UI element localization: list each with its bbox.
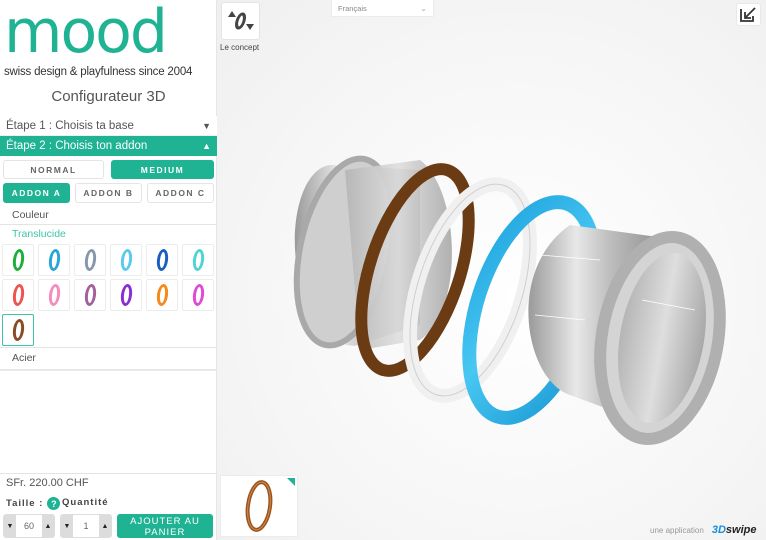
price: SFr. 220.00 CHF bbox=[6, 477, 89, 489]
chevron-up-icon: ▲ bbox=[202, 141, 211, 151]
page-title: Configurateur 3D bbox=[51, 88, 166, 105]
divider bbox=[0, 347, 217, 348]
swatch-purple[interactable] bbox=[110, 279, 142, 311]
swatch-sky-blue[interactable] bbox=[38, 244, 70, 276]
app-credit: une application 3Dswipe bbox=[650, 524, 756, 536]
language-value: Français bbox=[338, 3, 367, 13]
step-2-header[interactable]: Étape 2 : Choisis ton addon ▲ bbox=[0, 136, 217, 156]
ring-icon bbox=[11, 284, 25, 306]
quantity-increment-button[interactable]: ▲ bbox=[99, 515, 111, 537]
ring-icon bbox=[155, 284, 169, 306]
steel-section-label: Acier bbox=[12, 352, 36, 364]
sidebar: mood swiss design & playfulness since 20… bbox=[0, 0, 217, 540]
divider bbox=[0, 224, 217, 225]
swatch-grey-blue[interactable] bbox=[74, 244, 106, 276]
exit-fullscreen-icon bbox=[740, 7, 756, 22]
swatch-dark-blue[interactable] bbox=[146, 244, 178, 276]
add-to-cart-label-2: PANIER bbox=[144, 526, 186, 538]
swatch-light-blue[interactable] bbox=[110, 244, 142, 276]
step-1-header[interactable]: Étape 1 : Choisis ta base ▼ bbox=[0, 116, 217, 136]
triangle-up-icon: ▲ bbox=[44, 522, 52, 530]
selected-addon-thumbnail[interactable] bbox=[220, 475, 298, 537]
size-label-text: Taille : bbox=[6, 498, 44, 509]
swatch-mauve[interactable] bbox=[74, 279, 106, 311]
divider bbox=[0, 473, 217, 474]
swatch-pink[interactable] bbox=[38, 279, 70, 311]
ring-scene[interactable] bbox=[270, 130, 730, 450]
addon-b-tab[interactable]: ADDON B bbox=[75, 183, 142, 203]
ring-icon bbox=[11, 249, 25, 271]
concept-icon bbox=[227, 11, 254, 30]
chevron-down-icon: ▼ bbox=[202, 120, 211, 131]
ring-icon bbox=[83, 284, 97, 306]
step-1-label: Étape 1 : Choisis ta base bbox=[6, 119, 134, 132]
ring-icon bbox=[47, 284, 61, 306]
add-to-cart-label-1: AJOUTER AU bbox=[130, 515, 200, 527]
triangle-down-icon: ▼ bbox=[63, 522, 71, 530]
language-select[interactable]: Français ⌄ bbox=[331, 0, 434, 17]
credit-prefix: une application bbox=[650, 525, 704, 535]
swatch-orange[interactable] bbox=[146, 279, 178, 311]
size-increment-button[interactable]: ▲ bbox=[42, 515, 54, 537]
quantity-decrement-button[interactable]: ▼ bbox=[61, 515, 73, 537]
selected-corner-icon bbox=[287, 478, 295, 486]
swatch-magenta[interactable] bbox=[182, 279, 214, 311]
size-label: Taille : ? bbox=[6, 497, 61, 510]
step-2-label: Étape 2 : Choisis ton addon bbox=[6, 140, 148, 152]
credit-brand-swipe: swipe bbox=[725, 524, 757, 536]
configurator-app: mood swiss design & playfulness since 20… bbox=[0, 0, 766, 540]
swatch-brown[interactable] bbox=[2, 314, 34, 346]
ring-icon bbox=[11, 319, 25, 341]
ring-icon bbox=[47, 249, 61, 271]
ring-front-steel bbox=[528, 225, 726, 445]
exit-fullscreen-button[interactable] bbox=[736, 3, 761, 26]
swatch-green[interactable] bbox=[2, 244, 34, 276]
logo-text: mood bbox=[4, 0, 168, 67]
concept-button[interactable] bbox=[221, 2, 260, 40]
quantity-stepper: ▼ 1 ▲ bbox=[60, 514, 112, 538]
chevron-down-icon: ⌄ bbox=[420, 3, 427, 13]
addon-a-tab[interactable]: ADDON A bbox=[3, 183, 70, 203]
color-section-label: Couleur bbox=[12, 209, 49, 221]
size-value[interactable]: 60 bbox=[16, 515, 42, 537]
translucent-section-label: Translucide bbox=[12, 228, 66, 240]
triangle-down-icon: ▼ bbox=[6, 522, 14, 530]
add-to-cart-button[interactable]: AJOUTER AU PANIER bbox=[117, 514, 213, 538]
width-medium-button[interactable]: MEDIUM bbox=[111, 160, 214, 179]
size-decrement-button[interactable]: ▼ bbox=[4, 515, 16, 537]
concept-label: Le concept bbox=[220, 43, 260, 52]
3dswipe-logo[interactable]: 3Dswipe bbox=[712, 524, 757, 536]
credit-brand-3d: 3D bbox=[711, 524, 726, 536]
tagline: swiss design & playfulness since 2004 bbox=[4, 66, 193, 78]
quantity-value[interactable]: 1 bbox=[73, 515, 99, 537]
brown-ring-thumbnail-icon bbox=[245, 480, 273, 532]
addon-c-tab[interactable]: ADDON C bbox=[147, 183, 214, 203]
swatch-red[interactable] bbox=[2, 279, 34, 311]
swatch-turquoise[interactable] bbox=[182, 244, 214, 276]
ring-icon bbox=[83, 249, 97, 271]
width-normal-button[interactable]: NORMAL bbox=[3, 160, 104, 179]
divider bbox=[0, 369, 217, 371]
size-stepper: ▼ 60 ▲ bbox=[3, 514, 55, 538]
ring-icon bbox=[155, 249, 169, 271]
ring-icon bbox=[119, 284, 133, 306]
quantity-label: Quantité bbox=[62, 497, 109, 508]
ring-icon bbox=[191, 249, 205, 271]
mood-logo: mood bbox=[4, 2, 216, 68]
help-icon[interactable]: ? bbox=[47, 497, 61, 510]
ring-icon bbox=[119, 249, 133, 271]
ring-icon bbox=[191, 284, 205, 306]
triangle-up-icon: ▲ bbox=[101, 522, 109, 530]
